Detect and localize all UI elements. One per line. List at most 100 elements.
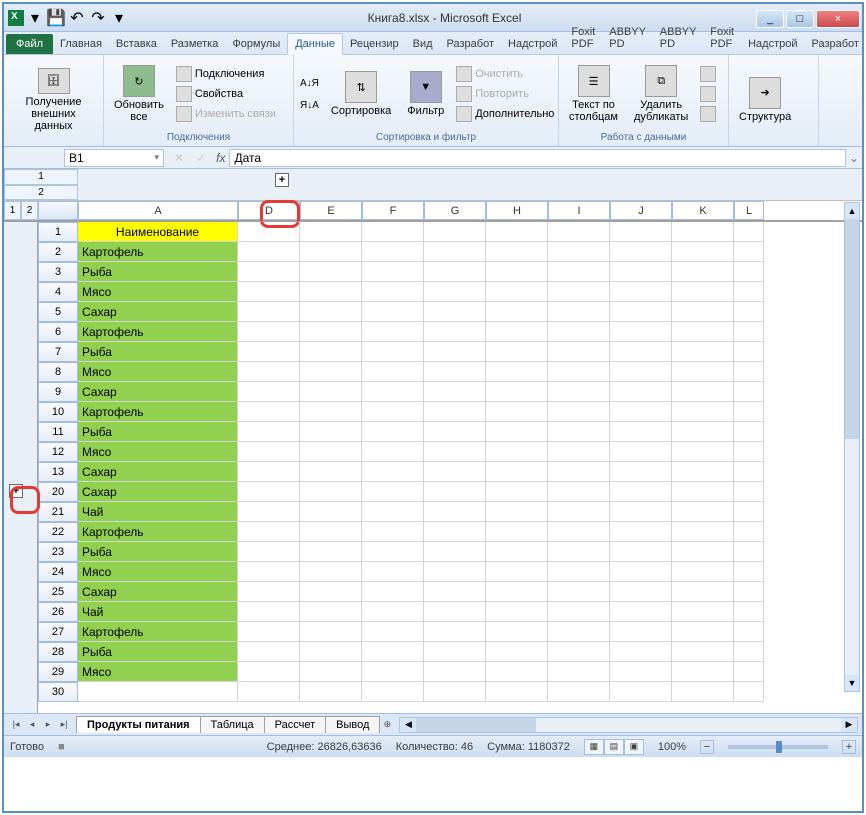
cell-F28[interactable] <box>362 642 424 662</box>
cell-A27[interactable]: Картофель <box>78 622 238 642</box>
cell-H12[interactable] <box>486 442 548 462</box>
filter-button[interactable]: ▼ Фильтр <box>401 60 450 128</box>
cell-H8[interactable] <box>486 362 548 382</box>
qat-dropdown-icon[interactable]: ▾ <box>25 8 45 28</box>
cell-H24[interactable] <box>486 562 548 582</box>
what-if-button[interactable] <box>698 104 718 124</box>
tab-abbyy pd[interactable]: ABBYY PD <box>653 22 704 54</box>
cell-H26[interactable] <box>486 602 548 622</box>
sheet-tab-0[interactable]: Продукты питания <box>76 716 201 733</box>
cell-A11[interactable]: Рыба <box>78 422 238 442</box>
edit-links-button[interactable]: Изменить связи <box>174 104 278 124</box>
cell-L10[interactable] <box>734 402 764 422</box>
cell-F7[interactable] <box>362 342 424 362</box>
zoom-slider-thumb[interactable] <box>776 741 782 753</box>
add-sheet-button[interactable]: ⊕ <box>379 717 395 733</box>
text-to-columns-button[interactable]: ☰ Текст по столбцам <box>563 60 624 128</box>
col-head-J[interactable]: J <box>610 201 672 220</box>
cell-I11[interactable] <box>548 422 610 442</box>
sort-button[interactable]: ⇅ Сортировка <box>325 60 397 128</box>
row-head-6[interactable]: 6 <box>38 322 78 342</box>
row-head-23[interactable]: 23 <box>38 542 78 562</box>
tab-6[interactable]: Вид <box>406 34 440 54</box>
cell-J25[interactable] <box>610 582 672 602</box>
cell-D2[interactable] <box>238 242 300 262</box>
tab-надстрой[interactable]: Надстрой <box>741 34 804 54</box>
row-head-24[interactable]: 24 <box>38 562 78 582</box>
cell-A10[interactable]: Картофель <box>78 402 238 422</box>
cell-E29[interactable] <box>300 662 362 682</box>
cell-L20[interactable] <box>734 482 764 502</box>
cell-A20[interactable]: Сахар <box>78 482 238 502</box>
tab-разработ[interactable]: Разработ <box>805 34 866 54</box>
cell-A28[interactable]: Рыба <box>78 642 238 662</box>
cell-J24[interactable] <box>610 562 672 582</box>
cell-A2[interactable]: Картофель <box>78 242 238 262</box>
remove-duplicates-button[interactable]: ⧉ Удалить дубликаты <box>628 60 694 128</box>
cell-I21[interactable] <box>548 502 610 522</box>
cell-D23[interactable] <box>238 542 300 562</box>
cell-A30[interactable] <box>78 682 238 702</box>
sort-az-button[interactable]: А↓Я <box>298 73 321 93</box>
sheet-tab-3[interactable]: Вывод <box>325 716 380 733</box>
cell-K28[interactable] <box>672 642 734 662</box>
view-page-layout-button[interactable]: ▤ <box>604 739 624 755</box>
tab-9[interactable]: Foxit PDF <box>564 22 602 54</box>
cell-E30[interactable] <box>300 682 362 702</box>
cell-L8[interactable] <box>734 362 764 382</box>
cell-F1[interactable] <box>362 222 424 242</box>
cell-D8[interactable] <box>238 362 300 382</box>
cell-A25[interactable]: Сахар <box>78 582 238 602</box>
cell-D25[interactable] <box>238 582 300 602</box>
cell-K25[interactable] <box>672 582 734 602</box>
row-head-3[interactable]: 3 <box>38 262 78 282</box>
cell-F23[interactable] <box>362 542 424 562</box>
cell-I9[interactable] <box>548 382 610 402</box>
row-group-expand-button[interactable]: + <box>9 484 23 498</box>
cell-E12[interactable] <box>300 442 362 462</box>
cell-J9[interactable] <box>610 382 672 402</box>
cell-K1[interactable] <box>672 222 734 242</box>
cell-H5[interactable] <box>486 302 548 322</box>
col-group-expand-button[interactable]: + <box>275 173 289 187</box>
cell-H22[interactable] <box>486 522 548 542</box>
cell-L12[interactable] <box>734 442 764 462</box>
row-head-28[interactable]: 28 <box>38 642 78 662</box>
row-head-22[interactable]: 22 <box>38 522 78 542</box>
cell-L1[interactable] <box>734 222 764 242</box>
row-head-9[interactable]: 9 <box>38 382 78 402</box>
tab-10[interactable]: ABBYY PD <box>602 22 653 54</box>
redo-icon[interactable]: ↷ <box>88 8 108 28</box>
row-head-21[interactable]: 21 <box>38 502 78 522</box>
cell-A22[interactable]: Картофель <box>78 522 238 542</box>
cell-I29[interactable] <box>548 662 610 682</box>
data-validation-button[interactable] <box>698 64 718 84</box>
cell-F5[interactable] <box>362 302 424 322</box>
macro-record-icon[interactable]: ■ <box>58 741 65 753</box>
cancel-formula-icon[interactable]: ✕ <box>168 151 190 165</box>
tab-5[interactable]: Рецензир <box>343 34 406 54</box>
cell-F25[interactable] <box>362 582 424 602</box>
cell-J4[interactable] <box>610 282 672 302</box>
cell-G3[interactable] <box>424 262 486 282</box>
row-head-11[interactable]: 11 <box>38 422 78 442</box>
name-box[interactable]: B1 ▾ <box>64 149 164 167</box>
cell-F29[interactable] <box>362 662 424 682</box>
cell-I24[interactable] <box>548 562 610 582</box>
formula-input[interactable]: Дата <box>229 149 846 167</box>
cell-D5[interactable] <box>238 302 300 322</box>
cell-F21[interactable] <box>362 502 424 522</box>
cell-H3[interactable] <box>486 262 548 282</box>
cell-F12[interactable] <box>362 442 424 462</box>
cell-K21[interactable] <box>672 502 734 522</box>
cell-H28[interactable] <box>486 642 548 662</box>
cell-F8[interactable] <box>362 362 424 382</box>
cell-A21[interactable]: Чай <box>78 502 238 522</box>
cell-E13[interactable] <box>300 462 362 482</box>
cell-K3[interactable] <box>672 262 734 282</box>
cell-F26[interactable] <box>362 602 424 622</box>
cell-H21[interactable] <box>486 502 548 522</box>
row-outline-level-1[interactable]: 1 <box>4 201 21 220</box>
row-head-13[interactable]: 13 <box>38 462 78 482</box>
cell-E20[interactable] <box>300 482 362 502</box>
